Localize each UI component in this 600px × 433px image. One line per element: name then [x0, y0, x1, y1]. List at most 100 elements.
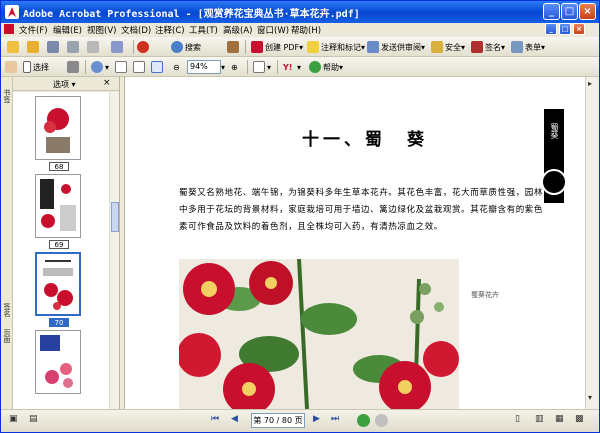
page-thumbnail-selected[interactable]	[35, 252, 81, 316]
menu-advanced[interactable]: 高级(A)	[223, 24, 252, 36]
pane-close-button[interactable]: ×	[103, 78, 111, 88]
zoom-dropdown[interactable]: ▾	[221, 60, 225, 74]
email-icon	[87, 41, 99, 53]
facing-icon[interactable]: ▦	[555, 414, 564, 424]
zoom-out-button[interactable]: ⊖	[173, 60, 180, 74]
security-button[interactable]: 安全 ▾	[431, 40, 465, 54]
last-page-button[interactable]: ⏭	[331, 414, 339, 424]
review-button[interactable]: 发送供审阅 ▾	[367, 40, 425, 54]
pages-pane: 选项 ▾ × 68 69 70	[13, 77, 119, 409]
title-bar: Adobe Acrobat Professional - [观赏养花宝典丛书·草…	[1, 1, 599, 23]
thumbnail-number: 68	[49, 162, 69, 171]
thumbnail-image	[44, 108, 70, 153]
hollyhock-illustration	[179, 259, 459, 409]
thumbnail-image	[40, 179, 76, 231]
first-page-button[interactable]: ⏮	[211, 414, 219, 424]
menu-window[interactable]: 窗口(W)	[257, 24, 289, 36]
yahoo-toolbar-button[interactable]: Y!	[283, 60, 292, 74]
search-button[interactable]	[137, 40, 151, 54]
menu-file[interactable]: 文件(F)	[19, 24, 48, 36]
fit-width-button[interactable]	[151, 60, 165, 74]
create-button[interactable]	[27, 40, 41, 54]
thumbnail-list: 68 69 70	[13, 92, 109, 409]
open-button[interactable]	[7, 40, 21, 54]
maximize-button[interactable]: □	[561, 3, 578, 20]
layers-icon[interactable]: ▣	[9, 414, 18, 424]
page-thumbnail[interactable]	[35, 330, 81, 394]
menu-view[interactable]: 视图(V)	[87, 24, 116, 36]
chapter-tab-label: 蜀葵	[550, 123, 559, 139]
menu-edit[interactable]: 编辑(E)	[53, 24, 82, 36]
tab-bookmarks[interactable]: 书签	[2, 89, 12, 103]
help-button[interactable]: 帮助 ▾	[309, 60, 343, 74]
zoom-input[interactable]: 94%	[187, 60, 221, 74]
search-icon	[137, 41, 149, 53]
go-back-icon[interactable]	[357, 414, 370, 427]
next-page-button[interactable]: ▶	[313, 414, 320, 424]
forms-button[interactable]: 表单 ▾	[511, 40, 545, 54]
menu-comments[interactable]: 注释(C)	[155, 24, 185, 36]
tab-signatures[interactable]: 签名	[2, 303, 12, 317]
search-tool[interactable]: 搜索	[171, 40, 201, 54]
zoom-in-button[interactable]: ⊕	[231, 60, 238, 74]
continuous-icon[interactable]: ▥	[535, 414, 544, 424]
single-page-icon[interactable]: ▯	[515, 414, 520, 424]
menu-help[interactable]: 帮助(H)	[291, 24, 321, 36]
options-arrow-icon[interactable]: ▸	[588, 79, 592, 88]
scroll-down-arrow-icon[interactable]: ▾	[588, 393, 592, 402]
minimize-button[interactable]: _	[543, 3, 560, 20]
page-thumbnail[interactable]	[35, 174, 81, 238]
doc-restore-button[interactable]: □	[559, 23, 571, 35]
pane-scrollbar-thumb[interactable]	[111, 202, 119, 232]
previous-page-button[interactable]: ◀	[231, 414, 238, 424]
select-tool[interactable]: 选择	[23, 60, 49, 74]
toolbar-divider	[277, 60, 278, 74]
fit-width-icon	[151, 61, 163, 73]
body-paragraph: 蜀葵又名熟地花、端午锦，为锦葵科多年生草本花卉。其花色丰富，花大而草质性强，园林…	[179, 188, 544, 232]
tab-pages[interactable]: 页面	[2, 329, 12, 343]
paperclip-icon	[111, 41, 123, 53]
photo-caption: 蜀葵花卉	[471, 291, 499, 299]
print-button[interactable]	[67, 40, 81, 54]
document-view[interactable]: 十一、蜀 葵 蜀葵 蜀葵又名熟地花、端午锦，为锦葵科多年生草本花卉。其花色丰富，…	[125, 77, 585, 409]
comment-label: 注释和标记	[321, 42, 361, 52]
create-pdf-button[interactable]: 创建 PDF ▾	[251, 40, 303, 54]
text-cursor-icon	[23, 61, 31, 73]
acrobat-logo-icon[interactable]	[5, 5, 19, 19]
doc-minimize-button[interactable]: _	[545, 23, 557, 35]
save-button[interactable]	[47, 40, 61, 54]
thumbnail-image	[40, 335, 73, 388]
attach-button[interactable]	[111, 40, 125, 54]
menu-document[interactable]: 文档(D)	[121, 24, 151, 36]
document-scrollbar[interactable]: ▸ ▾	[585, 77, 599, 409]
actual-size-button[interactable]	[115, 60, 129, 74]
email-button[interactable]	[87, 40, 101, 54]
view-toolbar: 选择 ▾ ⊖ 94% ▾ ⊕ ▾ Y! ▾ 帮助 ▾	[1, 57, 599, 77]
pane-scrollbar[interactable]	[109, 92, 119, 409]
toolbar-divider	[85, 60, 86, 74]
forms-label: 表单	[525, 42, 541, 52]
continuous-facing-icon[interactable]: ▩	[575, 414, 584, 424]
document-menu-icon[interactable]	[4, 24, 14, 34]
menu-tools[interactable]: 工具(T)	[189, 24, 218, 36]
sign-button[interactable]: 签名 ▾	[471, 40, 505, 54]
search-label: 搜索	[185, 42, 201, 52]
hand-tool[interactable]	[5, 60, 19, 74]
close-button[interactable]: ×	[579, 3, 596, 20]
go-forward-icon[interactable]	[375, 414, 388, 427]
fit-page-button[interactable]	[133, 60, 147, 74]
window-title: Adobe Acrobat Professional - [观赏养花宝典丛书·草…	[23, 9, 360, 20]
doc-close-button[interactable]: ×	[573, 23, 585, 35]
zoom-tool[interactable]: ▾	[91, 60, 109, 74]
page-number-field[interactable]: 第 70 / 80 页	[251, 413, 305, 428]
comment-button[interactable]: 注释和标记 ▾	[307, 40, 365, 54]
pane-options-menu[interactable]: 选项 ▾	[53, 79, 76, 90]
stamp-button[interactable]	[227, 40, 241, 54]
thumbnail-number: 70	[49, 318, 69, 327]
rotate-button[interactable]: ▾	[253, 60, 271, 74]
page-thumbnail[interactable]	[35, 96, 81, 160]
snapshot-tool[interactable]	[67, 60, 81, 74]
yahoo-dropdown[interactable]: ▾	[297, 60, 301, 74]
menu-bar: 文件(F) 编辑(E) 视图(V) 文档(D) 注释(C) 工具(T) 高级(A…	[1, 23, 599, 37]
attachments-icon[interactable]: ▤	[29, 414, 38, 424]
